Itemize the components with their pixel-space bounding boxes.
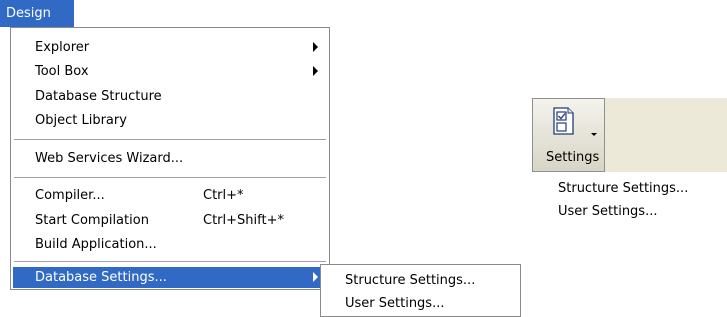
submenu-item-user-settings[interactable]: User Settings... [323,292,518,315]
menu-item-label: Database Structure [35,88,162,104]
chevron-down-icon[interactable] [591,133,597,136]
menu-item-shortcut: Ctrl+* [203,187,244,203]
design-menu: Explorer Tool Box Database Structure Obj… [10,27,330,290]
submenu-arrow-icon [313,42,318,52]
menu-separator [14,177,326,179]
settings-form-icon [551,106,577,136]
menu-item-database-settings[interactable]: Database Settings... [13,267,327,288]
menu-item-explorer[interactable]: Explorer [13,35,327,59]
settings-dropdown-menu: Structure Settings... User Settings... [532,172,727,232]
menu-item-label: User Settings... [558,204,658,219]
menu-design-label: Design [6,6,51,21]
settings-menu-item-user-settings[interactable]: User Settings... [532,200,727,223]
menu-item-start-compilation[interactable]: Start Compilation Ctrl+Shift+* [13,208,327,232]
menu-item-object-library[interactable]: Object Library [13,108,327,132]
menu-design[interactable]: Design [0,0,74,27]
menu-item-label: Structure Settings... [345,273,476,288]
menu-item-shortcut: Ctrl+Shift+* [203,212,284,228]
menu-item-label: User Settings... [345,296,445,311]
menu-item-label: Object Library [35,112,127,128]
menu-item-label: Structure Settings... [558,181,689,196]
menu-item-label: Explorer [35,39,90,55]
settings-button[interactable]: Settings [532,98,605,172]
menu-separator [14,261,326,263]
menu-item-label: Database Settings... [35,270,167,285]
database-settings-submenu: Structure Settings... User Settings... [320,264,521,317]
menu-item-build-application[interactable]: Build Application... [13,232,327,256]
menu-item-label: Start Compilation [35,212,149,228]
settings-button-label: Settings [546,150,600,165]
submenu-arrow-icon [313,272,318,282]
menu-item-web-services-wizard[interactable]: Web Services Wizard... [13,146,327,170]
menu-item-label: Web Services Wizard... [35,150,184,166]
settings-menu-item-structure-settings[interactable]: Structure Settings... [532,177,727,200]
submenu-item-structure-settings[interactable]: Structure Settings... [323,269,518,292]
menu-item-label: Build Application... [35,236,157,252]
menu-item-label: Tool Box [35,63,89,79]
menu-item-tool-box[interactable]: Tool Box [13,59,327,83]
menu-item-compiler[interactable]: Compiler... Ctrl+* [13,183,327,207]
menu-item-label: Compiler... [35,187,105,203]
submenu-arrow-icon [313,66,318,76]
menu-separator [14,139,326,141]
menu-item-database-structure[interactable]: Database Structure [13,84,327,108]
